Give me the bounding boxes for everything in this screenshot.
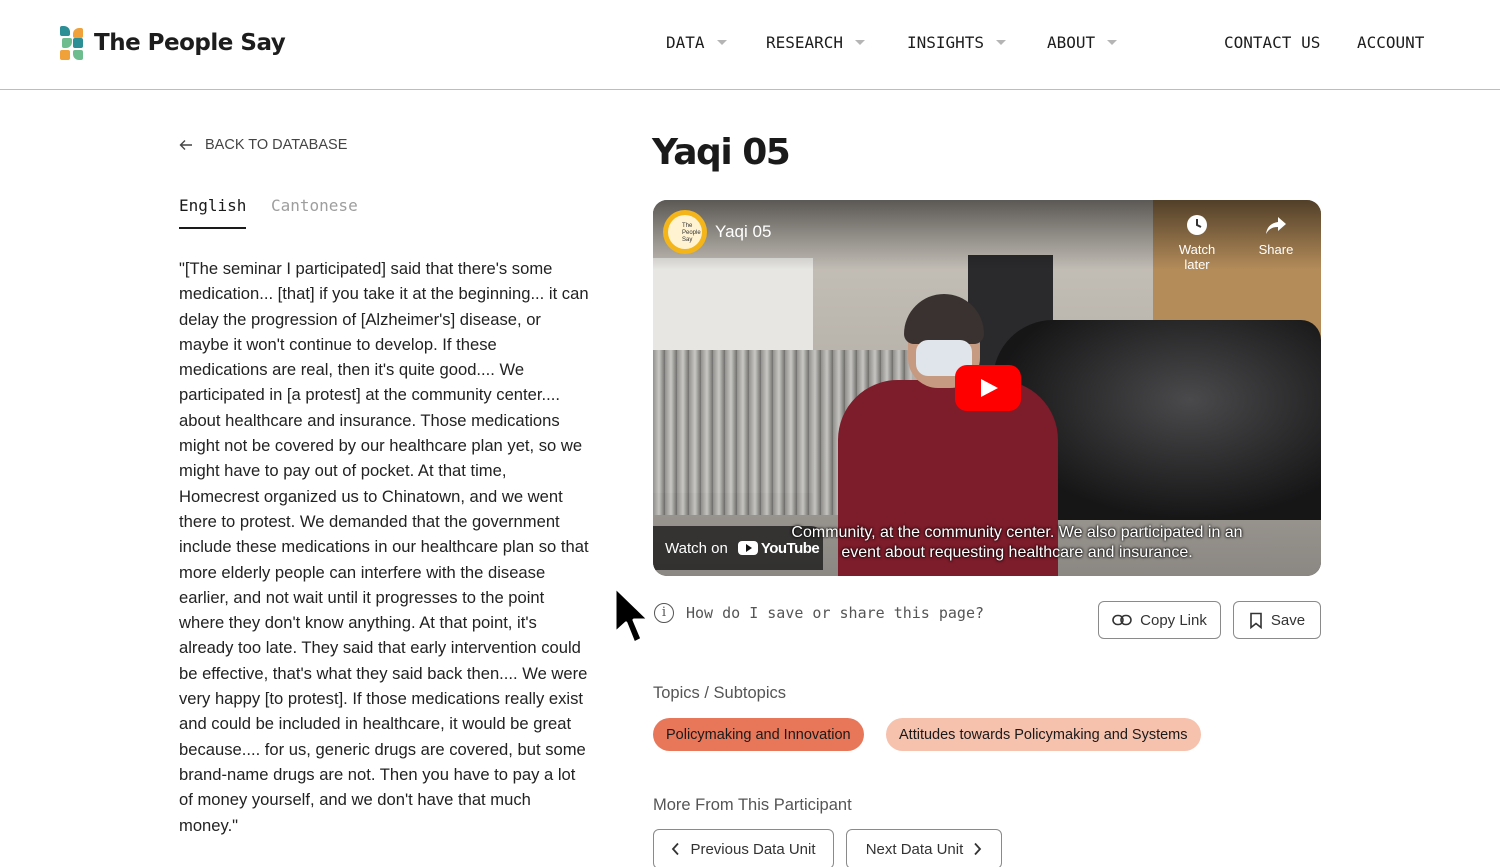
video-captions: Community, at the community center. We a…	[737, 523, 1297, 563]
main-nav: DATA RESEARCH INSIGHTS ABOUT CONTACT US …	[0, 33, 1500, 55]
info-icon: i	[654, 603, 674, 623]
next-data-unit-button[interactable]: Next Data Unit	[846, 829, 1002, 867]
play-button[interactable]	[955, 365, 1021, 411]
video-player[interactable]: The People Say Yaqi 05 Watch later Share…	[653, 200, 1321, 576]
share-icon	[1266, 217, 1286, 234]
watch-later-label: Watch later	[1178, 242, 1216, 272]
more-from-participant-heading: More From This Participant	[653, 796, 852, 814]
chevron-down-icon	[855, 40, 866, 45]
chevron-down-icon	[1107, 40, 1118, 45]
caption-line-2: event about requesting healthcare and in…	[841, 544, 1193, 561]
share-label: Share	[1258, 242, 1294, 257]
topic-chip-secondary[interactable]: Attitudes towards Policymaking and Syste…	[886, 718, 1201, 751]
arrow-left-icon	[179, 140, 192, 150]
quote-text: "[The seminar I participated] said that …	[179, 259, 589, 835]
save-button[interactable]: Save	[1233, 601, 1321, 639]
save-share-help[interactable]: i How do I save or share this page?	[654, 603, 984, 623]
chevron-down-icon	[996, 40, 1007, 45]
link-icon	[1112, 614, 1132, 626]
nav-contact-us[interactable]: CONTACT US	[1224, 33, 1320, 52]
nav-data[interactable]: DATA	[666, 33, 727, 52]
back-label: BACK TO DATABASE	[205, 137, 348, 153]
next-label: Next Data Unit	[865, 840, 964, 858]
channel-avatar[interactable]: The People Say	[663, 210, 707, 254]
topics-heading: Topics / Subtopics	[653, 684, 786, 702]
mouse-cursor-icon	[613, 585, 651, 645]
video-title[interactable]: Yaqi 05	[715, 222, 771, 242]
nav-insights-label: INSIGHTS	[907, 33, 985, 52]
save-share-help-text: How do I save or share this page?	[686, 604, 985, 622]
copy-link-label: Copy Link	[1140, 611, 1207, 629]
chevron-down-icon	[716, 40, 727, 45]
previous-label: Previous Data Unit	[690, 840, 816, 858]
nav-data-label: DATA	[666, 33, 705, 52]
previous-data-unit-button[interactable]: Previous Data Unit	[653, 829, 834, 867]
nav-account[interactable]: ACCOUNT	[1357, 33, 1424, 52]
nav-about-label: ABOUT	[1047, 33, 1096, 52]
share-button[interactable]: Share	[1246, 214, 1306, 257]
channel-logo-text: The People Say	[668, 215, 702, 249]
copy-link-button[interactable]: Copy Link	[1098, 601, 1221, 639]
nav-research-label: RESEARCH	[766, 33, 844, 52]
clock-icon	[1187, 215, 1207, 235]
watch-on-label: Watch on	[665, 539, 728, 557]
nav-insights[interactable]: INSIGHTS	[907, 33, 1007, 52]
chevron-right-icon	[974, 842, 982, 856]
nav-research[interactable]: RESEARCH	[766, 33, 866, 52]
bookmark-icon	[1250, 612, 1262, 629]
tab-english[interactable]: English	[179, 196, 247, 229]
topic-chip-primary[interactable]: Policymaking and Innovation	[653, 718, 864, 751]
site-header: The People Say DATA RESEARCH INSIGHTS AB…	[0, 0, 1500, 90]
save-label: Save	[1270, 611, 1306, 629]
back-to-database-link[interactable]: BACK TO DATABASE	[179, 137, 347, 153]
chevron-left-icon	[672, 842, 680, 856]
page-title: Yaqi 05	[652, 132, 791, 173]
caption-line-1: Community, at the community center. We a…	[791, 524, 1243, 541]
tab-cantonese[interactable]: Cantonese	[271, 196, 358, 215]
nav-about[interactable]: ABOUT	[1047, 33, 1118, 52]
watch-later-button[interactable]: Watch later	[1167, 214, 1227, 272]
